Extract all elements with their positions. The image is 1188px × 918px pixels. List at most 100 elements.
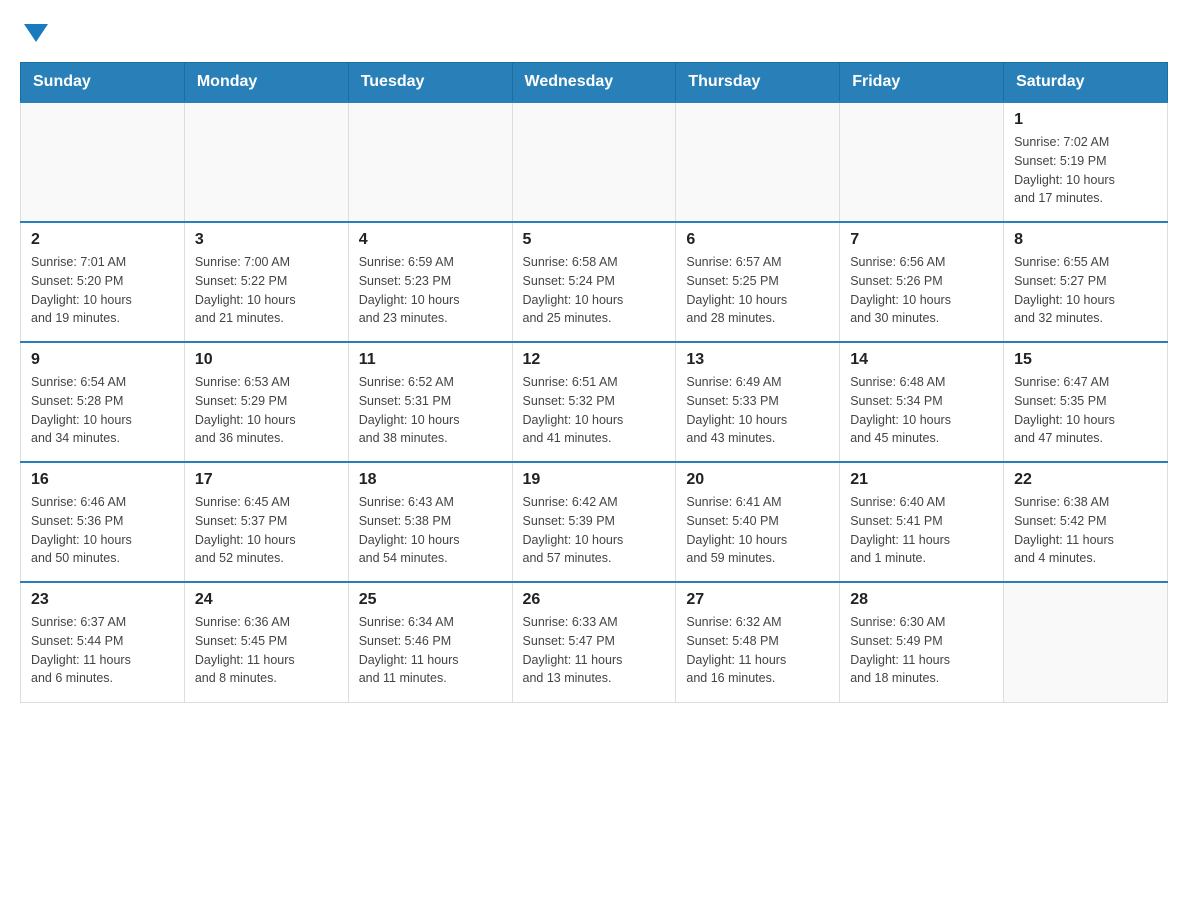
day-info: Sunrise: 6:55 AM Sunset: 5:27 PM Dayligh… <box>1014 253 1157 328</box>
day-number: 1 <box>1014 111 1157 129</box>
calendar-day-cell: 12 Sunrise: 6:51 AM Sunset: 5:32 PM Dayli… <box>512 342 676 462</box>
calendar-day-cell <box>512 102 676 222</box>
calendar-day-cell: 21 Sunrise: 6:40 AM Sunset: 5:41 PM Dayli… <box>840 462 1004 582</box>
calendar-day-cell: 17 Sunrise: 6:45 AM Sunset: 5:37 PM Dayli… <box>184 462 348 582</box>
day-number: 6 <box>686 231 829 249</box>
logo <box>20 20 48 42</box>
day-number: 26 <box>523 591 666 609</box>
day-number: 11 <box>359 351 502 369</box>
calendar-day-cell: 4Sunrise: 6:59 AM Sunset: 5:23 PM Daylig… <box>348 222 512 342</box>
day-number: 3 <box>195 231 338 249</box>
logo-line1 <box>20 20 48 42</box>
day-info: Sunrise: 6:56 AM Sunset: 5:26 PM Dayligh… <box>850 253 993 328</box>
calendar-week-row: 9 Sunrise: 6:54 AM Sunset: 5:28 PM Daylig… <box>21 342 1168 462</box>
day-of-week-header: Thursday <box>676 63 840 103</box>
calendar-day-cell: 2 Sunrise: 7:01 AM Sunset: 5:20 PM Daylig… <box>21 222 185 342</box>
day-info: Sunrise: 7:00 AM Sunset: 5:22 PM Dayligh… <box>195 253 338 328</box>
day-info: Sunrise: 6:58 AM Sunset: 5:24 PM Dayligh… <box>523 253 666 328</box>
page-header <box>20 20 1168 42</box>
calendar-day-cell: 22 Sunrise: 6:38 AM Sunset: 5:42 PM Dayli… <box>1004 462 1168 582</box>
day-info: Sunrise: 6:57 AM Sunset: 5:25 PM Dayligh… <box>686 253 829 328</box>
calendar-day-cell <box>21 102 185 222</box>
day-number: 19 <box>523 471 666 489</box>
day-of-week-header: Wednesday <box>512 63 676 103</box>
day-number: 22 <box>1014 471 1157 489</box>
calendar-week-row: 2 Sunrise: 7:01 AM Sunset: 5:20 PM Daylig… <box>21 222 1168 342</box>
calendar-week-row: 16 Sunrise: 6:46 AM Sunset: 5:36 PM Dayli… <box>21 462 1168 582</box>
day-info: Sunrise: 6:49 AM Sunset: 5:33 PM Dayligh… <box>686 373 829 448</box>
day-number: 8 <box>1014 231 1157 249</box>
day-number: 20 <box>686 471 829 489</box>
day-number: 25 <box>359 591 502 609</box>
day-info: Sunrise: 6:54 AM Sunset: 5:28 PM Dayligh… <box>31 373 174 448</box>
calendar-day-cell <box>184 102 348 222</box>
calendar-day-cell: 7 Sunrise: 6:56 AM Sunset: 5:26 PM Daylig… <box>840 222 1004 342</box>
calendar-day-cell: 20Sunrise: 6:41 AM Sunset: 5:40 PM Dayli… <box>676 462 840 582</box>
day-of-week-header: Tuesday <box>348 63 512 103</box>
day-info: Sunrise: 6:42 AM Sunset: 5:39 PM Dayligh… <box>523 493 666 568</box>
day-info: Sunrise: 6:59 AM Sunset: 5:23 PM Dayligh… <box>359 253 502 328</box>
calendar-week-row: 23 Sunrise: 6:37 AM Sunset: 5:44 PM Dayli… <box>21 582 1168 702</box>
day-number: 27 <box>686 591 829 609</box>
calendar-day-cell: 9 Sunrise: 6:54 AM Sunset: 5:28 PM Daylig… <box>21 342 185 462</box>
calendar-day-cell: 15 Sunrise: 6:47 AM Sunset: 5:35 PM Dayli… <box>1004 342 1168 462</box>
logo-wrapper <box>20 20 48 42</box>
calendar-day-cell <box>676 102 840 222</box>
day-number: 9 <box>31 351 174 369</box>
calendar-day-cell: 27 Sunrise: 6:32 AM Sunset: 5:48 PM Dayli… <box>676 582 840 702</box>
calendar-day-cell <box>840 102 1004 222</box>
day-info: Sunrise: 6:36 AM Sunset: 5:45 PM Dayligh… <box>195 613 338 688</box>
day-number: 13 <box>686 351 829 369</box>
calendar-day-cell: 3 Sunrise: 7:00 AM Sunset: 5:22 PM Daylig… <box>184 222 348 342</box>
calendar-day-cell <box>348 102 512 222</box>
day-number: 12 <box>523 351 666 369</box>
day-info: Sunrise: 6:30 AM Sunset: 5:49 PM Dayligh… <box>850 613 993 688</box>
calendar-day-cell: 1 Sunrise: 7:02 AM Sunset: 5:19 PM Daylig… <box>1004 102 1168 222</box>
day-info: Sunrise: 6:48 AM Sunset: 5:34 PM Dayligh… <box>850 373 993 448</box>
calendar-day-cell: 19 Sunrise: 6:42 AM Sunset: 5:39 PM Dayli… <box>512 462 676 582</box>
calendar-day-cell: 16 Sunrise: 6:46 AM Sunset: 5:36 PM Dayli… <box>21 462 185 582</box>
calendar-day-cell: 13 Sunrise: 6:49 AM Sunset: 5:33 PM Dayli… <box>676 342 840 462</box>
day-number: 7 <box>850 231 993 249</box>
day-number: 21 <box>850 471 993 489</box>
day-number: 2 <box>31 231 174 249</box>
day-number: 5 <box>523 231 666 249</box>
day-number: 15 <box>1014 351 1157 369</box>
calendar-day-cell <box>1004 582 1168 702</box>
day-info: Sunrise: 6:53 AM Sunset: 5:29 PM Dayligh… <box>195 373 338 448</box>
day-info: Sunrise: 6:37 AM Sunset: 5:44 PM Dayligh… <box>31 613 174 688</box>
day-info: Sunrise: 6:46 AM Sunset: 5:36 PM Dayligh… <box>31 493 174 568</box>
day-info: Sunrise: 7:01 AM Sunset: 5:20 PM Dayligh… <box>31 253 174 328</box>
calendar-day-cell: 5 Sunrise: 6:58 AM Sunset: 5:24 PM Daylig… <box>512 222 676 342</box>
day-info: Sunrise: 6:38 AM Sunset: 5:42 PM Dayligh… <box>1014 493 1157 568</box>
calendar-day-cell: 18Sunrise: 6:43 AM Sunset: 5:38 PM Dayli… <box>348 462 512 582</box>
day-info: Sunrise: 6:52 AM Sunset: 5:31 PM Dayligh… <box>359 373 502 448</box>
calendar-day-cell: 26 Sunrise: 6:33 AM Sunset: 5:47 PM Dayli… <box>512 582 676 702</box>
day-info: Sunrise: 6:47 AM Sunset: 5:35 PM Dayligh… <box>1014 373 1157 448</box>
calendar-day-cell: 10 Sunrise: 6:53 AM Sunset: 5:29 PM Dayli… <box>184 342 348 462</box>
day-info: Sunrise: 6:40 AM Sunset: 5:41 PM Dayligh… <box>850 493 993 568</box>
day-number: 23 <box>31 591 174 609</box>
day-info: Sunrise: 6:34 AM Sunset: 5:46 PM Dayligh… <box>359 613 502 688</box>
calendar-day-cell: 8 Sunrise: 6:55 AM Sunset: 5:27 PM Daylig… <box>1004 222 1168 342</box>
day-info: Sunrise: 6:45 AM Sunset: 5:37 PM Dayligh… <box>195 493 338 568</box>
calendar-day-cell: 24Sunrise: 6:36 AM Sunset: 5:45 PM Dayli… <box>184 582 348 702</box>
day-number: 17 <box>195 471 338 489</box>
day-of-week-header: Sunday <box>21 63 185 103</box>
calendar-table: SundayMondayTuesdayWednesdayThursdayFrid… <box>20 62 1168 703</box>
day-info: Sunrise: 6:32 AM Sunset: 5:48 PM Dayligh… <box>686 613 829 688</box>
day-number: 16 <box>31 471 174 489</box>
day-info: Sunrise: 6:51 AM Sunset: 5:32 PM Dayligh… <box>523 373 666 448</box>
calendar-week-row: 1 Sunrise: 7:02 AM Sunset: 5:19 PM Daylig… <box>21 102 1168 222</box>
day-number: 10 <box>195 351 338 369</box>
day-number: 28 <box>850 591 993 609</box>
calendar-day-cell: 14 Sunrise: 6:48 AM Sunset: 5:34 PM Dayli… <box>840 342 1004 462</box>
calendar-day-cell: 11 Sunrise: 6:52 AM Sunset: 5:31 PM Dayli… <box>348 342 512 462</box>
calendar-header-row: SundayMondayTuesdayWednesdayThursdayFrid… <box>21 63 1168 103</box>
day-number: 14 <box>850 351 993 369</box>
day-info: Sunrise: 6:33 AM Sunset: 5:47 PM Dayligh… <box>523 613 666 688</box>
day-info: Sunrise: 7:02 AM Sunset: 5:19 PM Dayligh… <box>1014 133 1157 208</box>
day-info: Sunrise: 6:43 AM Sunset: 5:38 PM Dayligh… <box>359 493 502 568</box>
day-of-week-header: Saturday <box>1004 63 1168 103</box>
calendar-day-cell: 23 Sunrise: 6:37 AM Sunset: 5:44 PM Dayli… <box>21 582 185 702</box>
